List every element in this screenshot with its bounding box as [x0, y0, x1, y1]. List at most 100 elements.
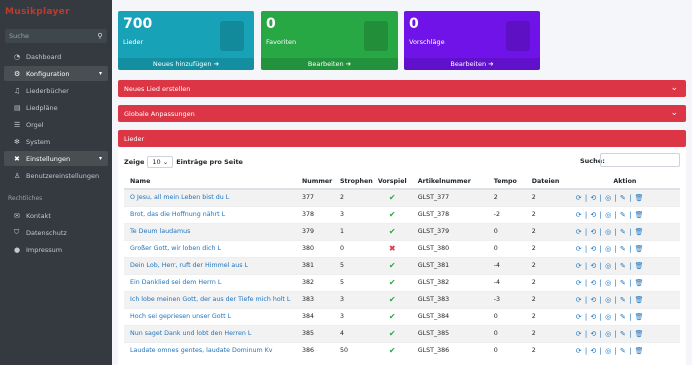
file-icon: ▤	[14, 103, 21, 112]
song-name-link[interactable]: Hoch sei gepriesen unser Gott L	[124, 307, 296, 325]
cell-artikelnummer: GLST_382	[411, 273, 488, 291]
cell-artikelnummer: GLST_385	[411, 324, 488, 342]
row-actions[interactable]: ⟳ | ⟲ | ◎ | ✎ | 🗑	[569, 324, 680, 342]
row-actions[interactable]: ⟳ | ⟲ | ◎ | ✎ | 🗑	[569, 290, 680, 308]
cell-artikelnummer: GLST_379	[411, 222, 488, 240]
col-artikelnummer[interactable]: Artikelnummer	[411, 175, 488, 190]
sidebar-item-kontakt[interactable]: ✉ Kontakt	[4, 208, 108, 223]
cell-nummer: 383	[296, 290, 334, 308]
edit-vorschlaege-link[interactable]: Bearbeiten ➔	[404, 58, 540, 70]
add-new-link[interactable]: Neues hinzufügen ➔	[118, 58, 254, 70]
vorspiel-status-icon: ✔	[372, 273, 412, 291]
brand-logo[interactable]: Musikplayer	[0, 0, 112, 24]
cell-nummer: 379	[296, 222, 334, 240]
sidebar-item-dashboard[interactable]: ◔ Dashboard	[4, 49, 108, 64]
table-row: Nun saget Dank und lobt den Herren L 385 4…	[124, 324, 680, 342]
row-actions[interactable]: ⟳ | ⟲ | ◎ | ✎ | 🗑	[569, 341, 680, 359]
cell-dateien: 2	[525, 341, 570, 359]
file-icon	[220, 21, 244, 51]
row-actions[interactable]: ⟳ | ⟲ | ◎ | ✎ | 🗑	[569, 205, 680, 223]
orgel-icon: ☰	[14, 120, 21, 129]
cell-dateien: 2	[525, 205, 570, 223]
sidebar-item-liederbuecher[interactable]: ♫ Liederbücher	[4, 83, 108, 98]
cell-nummer: 384	[296, 307, 334, 325]
sidebar: Musikplayer Suche ⚲ ◔ Dashboard ⚙ Konfigur…	[0, 0, 112, 365]
stat-card-lieder: 700 Lieder Neues hinzufügen ➔	[118, 11, 254, 70]
stat-value: 0	[409, 16, 419, 32]
sidebar-item-konfiguration[interactable]: ⚙ Konfiguration ▾	[4, 66, 108, 81]
col-dateien[interactable]: Dateien	[525, 175, 570, 190]
gear-icon: ✻	[14, 137, 20, 146]
col-strophen[interactable]: Strophen	[334, 175, 373, 190]
cell-nummer: 381	[296, 256, 334, 274]
page-length-select[interactable]: 10 ⌄	[147, 156, 174, 168]
shield-icon: ⛉	[14, 228, 20, 236]
song-name-link[interactable]: Nun saget Dank und lobt den Herren L	[124, 324, 296, 342]
chevron-down-icon[interactable]: ⌄	[670, 83, 678, 93]
music-icon	[364, 21, 388, 51]
sidebar-item-datenschutz[interactable]: ⛉ Datenschutz	[4, 225, 108, 240]
row-actions[interactable]: ⟳ | ⟲ | ◎ | ✎ | 🗑	[569, 239, 680, 257]
cell-nummer: 385	[296, 324, 334, 342]
vorspiel-status-icon: ✔	[372, 205, 412, 223]
song-name-link[interactable]: Dein Lob, Herr, ruft der Himmel aus L	[124, 256, 296, 274]
col-name[interactable]: Name	[124, 175, 296, 190]
section-globale-anpassungen[interactable]: Globale Anpassungen ⌄	[118, 105, 686, 122]
stat-label: Lieder	[123, 38, 144, 46]
col-vorspiel[interactable]: Vorspiel	[372, 175, 412, 190]
sidebar-item-impressum[interactable]: ● Impressum	[4, 242, 108, 257]
search-input[interactable]: Suche	[5, 29, 93, 43]
sidebar-item-system[interactable]: ✻ System	[4, 134, 108, 149]
sidebar-item-orgel[interactable]: ☰ Orgel	[4, 117, 108, 132]
cell-dateien: 2	[525, 307, 570, 325]
stat-label: Vorschläge	[409, 38, 445, 46]
stat-label: Favoriten	[266, 38, 297, 46]
table-search-input[interactable]	[600, 153, 680, 167]
cell-tempo: -2	[487, 205, 526, 223]
row-actions[interactable]: ⟳ | ⟲ | ◎ | ✎ | 🗑	[569, 188, 680, 206]
edit-favoriten-link[interactable]: Bearbeiten ➔	[261, 58, 398, 70]
chevron-down-icon[interactable]: ⌄	[670, 108, 678, 118]
song-name-link[interactable]: Laudate omnes gentes, laudate Dominum Kv	[124, 341, 296, 359]
cell-strophen: 2	[334, 188, 373, 206]
cell-dateien: 2	[525, 290, 570, 308]
sidebar-header-rechtliches: Rechtliches	[8, 195, 43, 202]
tools-icon: ✖	[14, 154, 20, 163]
row-actions[interactable]: ⟳ | ⟲ | ◎ | ✎ | 🗑	[569, 307, 680, 325]
cell-strophen: 3	[334, 307, 373, 325]
cell-artikelnummer: GLST_377	[411, 188, 488, 206]
vorspiel-status-icon: ✔	[372, 188, 412, 206]
page-length-control: Zeige 10 ⌄ Einträge pro Seite	[124, 156, 243, 168]
cell-dateien: 2	[525, 256, 570, 274]
cell-strophen: 5	[334, 273, 373, 291]
song-name-link[interactable]: Brot, das die Hoffnung nährt L	[124, 205, 296, 223]
song-name-link[interactable]: Großer Gott, wir loben dich L	[124, 239, 296, 257]
sidebar-item-liedplaene[interactable]: ▤ Liedpläne	[4, 100, 108, 115]
envelope-icon: ✉	[14, 211, 20, 220]
cell-nummer: 386	[296, 341, 334, 359]
row-actions[interactable]: ⟳ | ⟲ | ◎ | ✎ | 🗑	[569, 256, 680, 274]
vorspiel-status-icon: ✔	[372, 307, 412, 325]
stat-value: 0	[266, 16, 276, 32]
song-name-link[interactable]: Te Deum laudamus	[124, 222, 296, 240]
vorspiel-status-icon: ✔	[372, 341, 412, 359]
col-nummer[interactable]: Nummer	[296, 175, 334, 190]
song-name-link[interactable]: Ein Danklied sei dem Herrn L	[124, 273, 296, 291]
cell-artikelnummer: GLST_383	[411, 290, 488, 308]
song-name-link[interactable]: Ich lobe meinen Gott, der aus der Tiefe …	[124, 290, 296, 308]
table-row: Ich lobe meinen Gott, der aus der Tiefe …	[124, 290, 680, 308]
section-neues-lied[interactable]: Neues Lied erstellen ⌄	[118, 80, 686, 97]
vorspiel-status-icon: ✔	[372, 324, 412, 342]
row-actions[interactable]: ⟳ | ⟲ | ◎ | ✎ | 🗑	[569, 222, 680, 240]
sidebar-item-einstellungen[interactable]: ✖ Einstellungen ▾	[4, 151, 108, 166]
vorspiel-status-icon: ✔	[372, 290, 412, 308]
song-name-link[interactable]: O Jesu, all mein Leben bist du L	[124, 188, 296, 206]
cell-tempo: -4	[487, 256, 526, 274]
chevron-down-icon: ▾	[98, 155, 102, 162]
row-actions[interactable]: ⟳ | ⟲ | ◎ | ✎ | 🗑	[569, 273, 680, 291]
cell-strophen: 50	[334, 341, 373, 359]
sidebar-item-benutzereinstellungen[interactable]: ♙ Benutzereinstellungen	[4, 168, 108, 183]
col-tempo[interactable]: Tempo	[487, 175, 526, 190]
table-row: Dein Lob, Herr, ruft der Himmel aus L 381…	[124, 256, 680, 274]
search-icon[interactable]: ⚲	[93, 29, 107, 43]
